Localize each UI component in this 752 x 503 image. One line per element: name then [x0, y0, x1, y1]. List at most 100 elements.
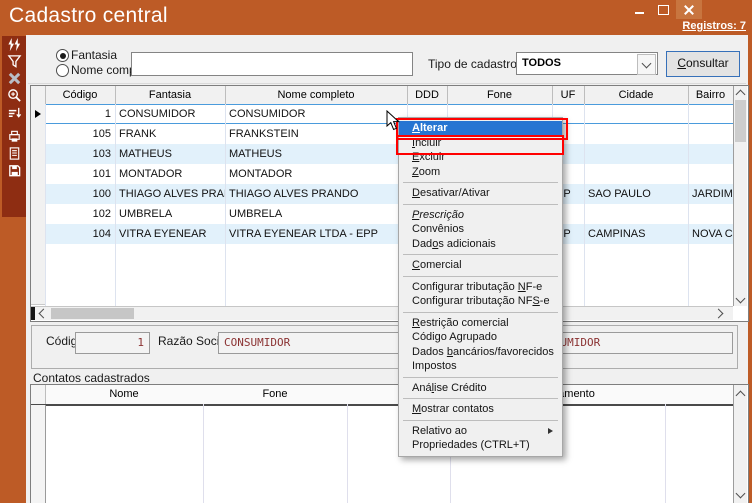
- codigo-field[interactable]: 1: [75, 332, 150, 354]
- contacts-vertical-scrollbar[interactable]: [733, 385, 747, 503]
- menu-item-impostos[interactable]: Impostos: [399, 359, 562, 374]
- cell-codigo: 101: [45, 164, 115, 184]
- grid-header-fantasia[interactable]: Fantasia: [115, 86, 226, 104]
- table-row[interactable]: 1 CONSUMIDOR CONSUMIDOR: [31, 104, 733, 124]
- menu-item-config-tributacao-nfse[interactable]: Configurar tributação NFS-e: [399, 294, 562, 309]
- cell-nome: THIAGO ALVES PRANDO: [225, 184, 407, 204]
- table-row[interactable]: 101 MONTADOR MONTADOR: [31, 164, 733, 184]
- search-input[interactable]: [131, 52, 413, 76]
- minimize-icon: [635, 12, 644, 14]
- grid-header-codigo[interactable]: Código: [45, 86, 116, 104]
- row-selector: [31, 204, 46, 225]
- table-row[interactable]: 100 THIAGO ALVES PRANDO THIAGO ALVES PRA…: [31, 184, 733, 204]
- grid-selector-header: [31, 86, 46, 104]
- tipo-cadastro-label: Tipo de cadastro: [428, 57, 517, 71]
- row-selector: [31, 264, 46, 285]
- table-row[interactable]: 103 MATHEUS MATHEUS: [31, 144, 733, 164]
- menu-item-mostrar-contatos[interactable]: Mostrar contatos: [399, 402, 562, 417]
- refresh-icon[interactable]: [2, 36, 26, 53]
- app-window: Cadastro central Registros: 7: [0, 0, 752, 503]
- chevron-up-icon: [736, 390, 746, 400]
- menu-item-propriedades[interactable]: Propriedades (CTRL+T): [399, 438, 562, 453]
- table-row[interactable]: 104 VITRA EYENEAR VITRA EYENEAR LTDA - E…: [31, 224, 733, 244]
- menu-item-dados-adicionais[interactable]: Dados adicionais: [399, 237, 562, 252]
- menu-item-config-tributacao-nfe[interactable]: Configurar tributação NF-e: [399, 280, 562, 295]
- cell-cidade: CAMPINAS: [584, 224, 688, 244]
- table-row[interactable]: 102 UMBRELA UMBRELA: [31, 204, 733, 224]
- menu-item-relativo-ao[interactable]: Relativo ao: [399, 424, 562, 439]
- grid-header-cidade[interactable]: Cidade: [584, 86, 689, 104]
- close-button[interactable]: [676, 0, 702, 19]
- scroll-up-button[interactable]: [734, 387, 747, 400]
- maximize-button[interactable]: [652, 0, 674, 19]
- scroll-right-button[interactable]: [712, 307, 726, 320]
- scroll-down-button[interactable]: [734, 293, 747, 306]
- menu-item-desativar-ativar[interactable]: Desativar/Ativar: [399, 186, 562, 201]
- grid-header-nome[interactable]: Nome completo: [225, 86, 408, 104]
- chevron-up-icon: [736, 89, 746, 99]
- grid-vertical-scrollbar[interactable]: [733, 86, 747, 306]
- scrollbar-thumb[interactable]: [51, 308, 134, 319]
- consultar-button[interactable]: Consultar: [666, 51, 740, 77]
- print-icon[interactable]: [2, 128, 26, 145]
- cell-fantasia: MATHEUS: [115, 144, 225, 164]
- cell-nome: MATHEUS: [225, 144, 407, 164]
- report-icon[interactable]: [2, 145, 26, 162]
- scroll-up-button[interactable]: [734, 86, 747, 99]
- sort-icon[interactable]: [2, 104, 26, 121]
- radio-fantasia[interactable]: [56, 49, 69, 62]
- scrollbar-thumb[interactable]: [735, 100, 746, 142]
- menu-item-analise-credito[interactable]: Análise Crédito: [399, 381, 562, 396]
- menu-separator: [399, 309, 562, 316]
- cell-codigo: 104: [45, 224, 115, 244]
- contacts-header-nome[interactable]: Nome: [45, 385, 203, 404]
- menu-separator: [399, 201, 562, 208]
- cell-bairro: [688, 104, 737, 124]
- menu-item-dados-bancarios[interactable]: Dados bancários/favorecidos: [399, 345, 562, 360]
- grid-header-uf[interactable]: UF: [552, 86, 585, 104]
- grid-header-fone[interactable]: Fone: [447, 86, 553, 104]
- scroll-left-button[interactable]: [35, 307, 49, 320]
- cancel-icon[interactable]: [2, 70, 26, 87]
- table-row[interactable]: 105 FRANK FRANKSTEIN: [31, 124, 733, 144]
- minimize-button[interactable]: [628, 0, 650, 19]
- cell-nome: MONTADOR: [225, 164, 407, 184]
- menu-item-codigo-agrupado[interactable]: Código Agrupado: [399, 330, 562, 345]
- row-selector: [31, 445, 46, 466]
- menu-item-comercial[interactable]: Comercial: [399, 258, 562, 273]
- filter-icon[interactable]: [2, 53, 26, 70]
- cell-fantasia: VITRA EYENEAR: [115, 224, 225, 244]
- contacts-header-fone[interactable]: Fone: [203, 385, 347, 404]
- contacts-title: Contatos cadastrados: [33, 371, 150, 385]
- window-title: Cadastro central: [9, 4, 168, 28]
- menu-item-zoom[interactable]: Zoom: [399, 165, 562, 180]
- chevron-down-icon: [736, 489, 746, 499]
- save-icon[interactable]: [2, 162, 26, 179]
- row-selector: [31, 405, 46, 426]
- cell-nome: VITRA EYENEAR LTDA - EPP: [225, 224, 407, 244]
- cell-bairro: [688, 144, 737, 164]
- menu-item-prescricao[interactable]: Prescrição: [399, 208, 562, 223]
- grid-column-line: [115, 104, 116, 306]
- menu-separator: [399, 395, 562, 402]
- row-selector: [31, 244, 46, 265]
- grid-header-bairro[interactable]: Bairro: [688, 86, 733, 104]
- cell-nome: CONSUMIDOR: [225, 104, 407, 124]
- grid-header-ddd[interactable]: DDD: [407, 86, 448, 104]
- grid-horizontal-scrollbar[interactable]: [31, 306, 733, 320]
- row-selector: [31, 104, 46, 125]
- row-selector: [31, 144, 46, 165]
- radio-nome-completo[interactable]: [56, 64, 69, 77]
- menu-item-convenios[interactable]: Convênios: [399, 222, 562, 237]
- registros-link[interactable]: Registros: 7: [682, 20, 746, 32]
- tipo-cadastro-value: TODOS: [522, 53, 561, 74]
- zoom-icon[interactable]: [2, 87, 26, 104]
- maximize-icon: [658, 5, 669, 15]
- combo-dropdown-button[interactable]: [637, 54, 656, 75]
- scroll-down-button[interactable]: [734, 488, 747, 501]
- cell-cidade: [584, 124, 688, 144]
- row-selector: [31, 465, 46, 486]
- menu-item-restricao-comercial[interactable]: Restrição comercial: [399, 316, 562, 331]
- tipo-cadastro-select[interactable]: TODOS: [516, 52, 658, 75]
- radio-fantasia-label: Fantasia: [71, 48, 117, 62]
